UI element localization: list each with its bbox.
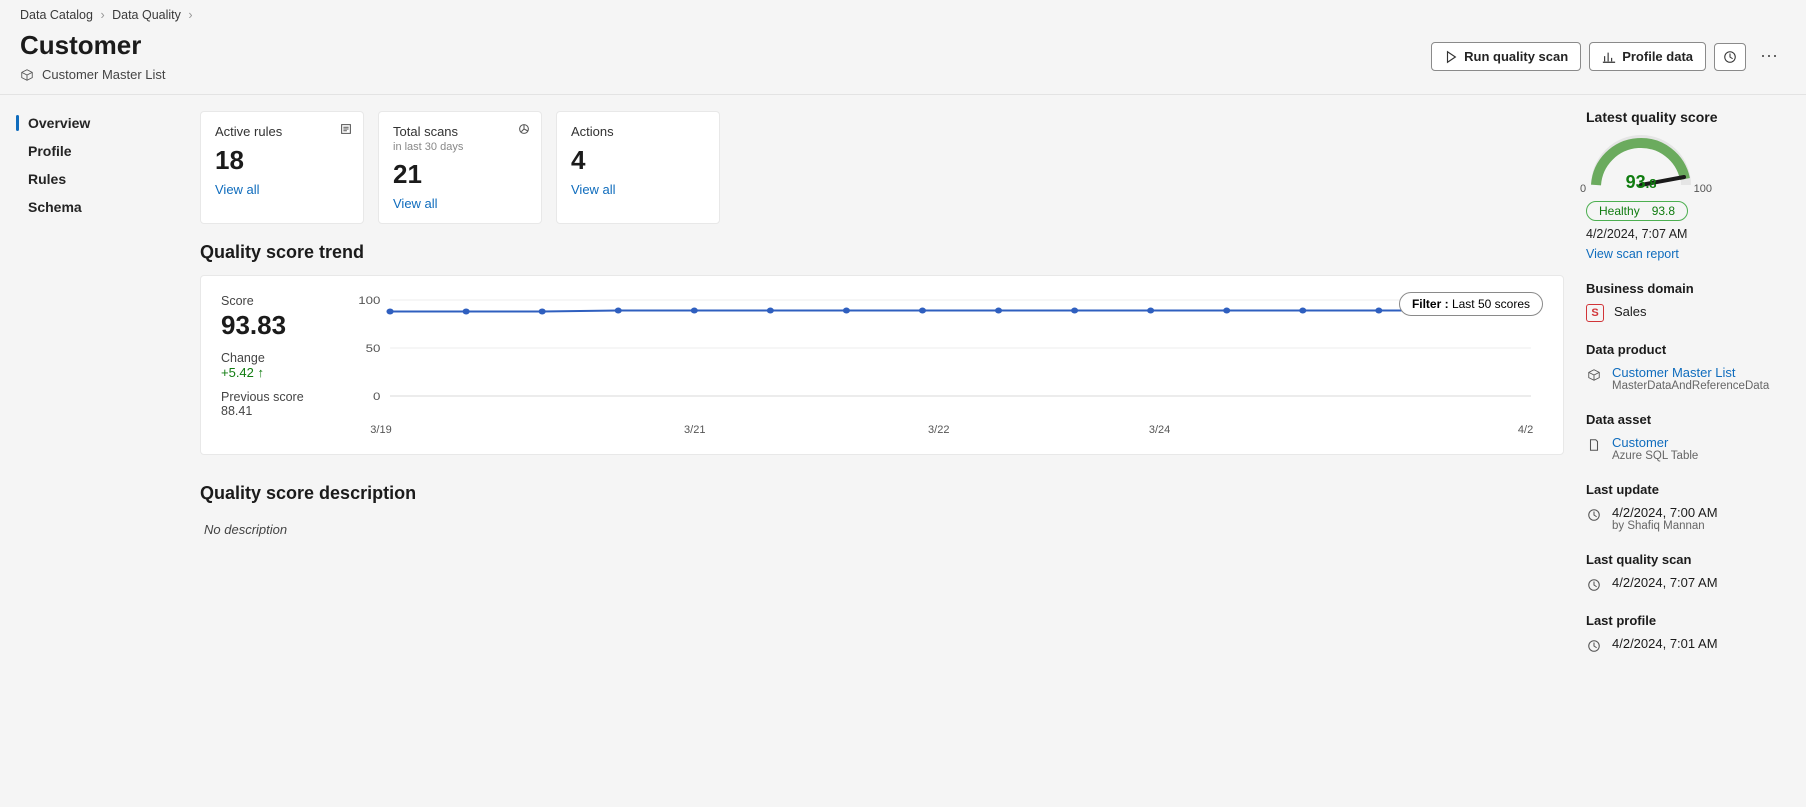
rules-icon [339, 122, 353, 139]
history-button[interactable] [1714, 43, 1746, 71]
latest-score-heading: Latest quality score [1586, 109, 1788, 125]
health-chip: Healthy 93.8 [1586, 201, 1688, 221]
data-asset-link[interactable]: Customer [1612, 435, 1668, 450]
card-value: 4 [571, 145, 705, 176]
gauge-max: 100 [1694, 183, 1712, 195]
svg-text:50: 50 [366, 342, 381, 355]
previous-score-value: 88.41 [221, 404, 313, 418]
business-domain-heading: Business domain [1586, 281, 1788, 296]
run-quality-scan-button[interactable]: Run quality scan [1431, 42, 1581, 71]
view-all-link[interactable]: View all [393, 196, 438, 211]
chevron-right-icon: › [188, 8, 192, 22]
data-product-type: MasterDataAndReferenceData [1612, 380, 1769, 392]
side-nav: OverviewProfileRulesSchema [0, 95, 180, 678]
trend-card: Score 93.83 Change +5.42 ↑ Previous scor… [200, 275, 1564, 455]
health-label: Healthy [1599, 204, 1640, 218]
change-value: +5.42 ↑ [221, 365, 313, 380]
last-scan-heading: Last quality scan [1586, 552, 1788, 567]
view-scan-report-link[interactable]: View scan report [1586, 247, 1679, 261]
stat-card-total-scans: Total scans in last 30 days 21 View all [378, 111, 542, 224]
info-panel: Latest quality score 0 100 93.8 [1584, 95, 1806, 678]
x-tick-label: 4/2 [1518, 424, 1533, 436]
last-scan-ts: 4/2/2024, 7:07 AM [1612, 575, 1718, 590]
view-all-link[interactable]: View all [571, 182, 616, 197]
score-value: 93.83 [221, 310, 313, 341]
profile-data-button[interactable]: Profile data [1589, 42, 1706, 71]
page-title: Customer [20, 30, 166, 61]
data-product-link[interactable]: Customer Master List [1612, 365, 1736, 380]
health-value: 93.8 [1652, 204, 1675, 218]
bar-chart-icon [1602, 50, 1616, 64]
section-heading-description: Quality score description [200, 483, 1564, 504]
chevron-right-icon: › [100, 8, 104, 22]
x-tick-label: 3/21 [684, 424, 705, 436]
data-asset-heading: Data asset [1586, 412, 1788, 427]
score-label: Score [221, 294, 313, 308]
x-axis-ticks: 3/193/213/223/244/2 [381, 424, 1543, 438]
sidenav-tab-profile[interactable]: Profile [0, 137, 180, 165]
last-update-ts: 4/2/2024, 7:00 AM [1612, 505, 1718, 520]
button-label: Profile data [1622, 49, 1693, 64]
card-label: Active rules [215, 124, 349, 139]
card-value: 18 [215, 145, 349, 176]
history-icon [1723, 50, 1737, 64]
button-label: Run quality scan [1464, 49, 1568, 64]
last-profile-heading: Last profile [1586, 613, 1788, 628]
trend-chart-svg: 0 50 100 [337, 294, 1543, 414]
card-label: Actions [571, 124, 705, 139]
filter-label: Filter : [1412, 297, 1452, 311]
sidenav-tab-overview[interactable]: Overview [0, 109, 180, 137]
previous-score-label: Previous score [221, 390, 313, 404]
data-product-heading: Data product [1586, 342, 1788, 357]
x-tick-label: 3/24 [1149, 424, 1170, 436]
data-asset-type: Azure SQL Table [1612, 450, 1698, 462]
x-tick-label: 3/22 [928, 424, 949, 436]
filter-value: Last 50 scores [1452, 297, 1530, 311]
quality-gauge: 0 100 93.8 [1586, 135, 1696, 191]
scan-icon [517, 122, 531, 139]
document-icon [1586, 437, 1602, 453]
x-tick-label: 3/19 [370, 424, 391, 436]
description-empty: No description [200, 516, 1564, 543]
filter-button[interactable]: Filter : Last 50 scores [1399, 292, 1543, 316]
sidenav-tab-rules[interactable]: Rules [0, 165, 180, 193]
breadcrumb-link[interactable]: Data Quality [112, 8, 181, 22]
change-label: Change [221, 351, 313, 365]
sidenav-tab-schema[interactable]: Schema [0, 193, 180, 221]
stat-card-actions: Actions 4 View all [556, 111, 720, 224]
card-label: Total scans [393, 124, 527, 139]
more-actions-button[interactable]: ⋯ [1754, 44, 1786, 69]
svg-text:0: 0 [373, 390, 381, 403]
svg-text:100: 100 [358, 294, 380, 307]
package-icon [1586, 367, 1602, 383]
gauge-value: 93.8 [1586, 172, 1696, 193]
history-icon [1586, 638, 1602, 654]
package-icon [20, 68, 34, 82]
section-heading-trend: Quality score trend [200, 242, 1564, 263]
card-sublabel: in last 30 days [393, 141, 527, 153]
breadcrumb-link[interactable]: Data Catalog [20, 8, 93, 22]
clock-icon [1586, 507, 1602, 523]
last-update-by: by Shafiq Mannan [1612, 520, 1718, 532]
domain-name: Sales [1614, 304, 1647, 319]
card-value: 21 [393, 159, 527, 190]
domain-badge: S [1586, 304, 1604, 322]
last-update-heading: Last update [1586, 482, 1788, 497]
stat-card-active-rules: Active rules 18 View all [200, 111, 364, 224]
view-all-link[interactable]: View all [215, 182, 260, 197]
play-icon [1444, 50, 1458, 64]
history-icon [1586, 577, 1602, 593]
page-subtitle: Customer Master List [42, 67, 166, 82]
breadcrumb: Data Catalog › Data Quality › [0, 0, 1806, 24]
last-profile-ts: 4/2/2024, 7:01 AM [1612, 636, 1718, 651]
scan-timestamp: 4/2/2024, 7:07 AM [1586, 227, 1687, 241]
